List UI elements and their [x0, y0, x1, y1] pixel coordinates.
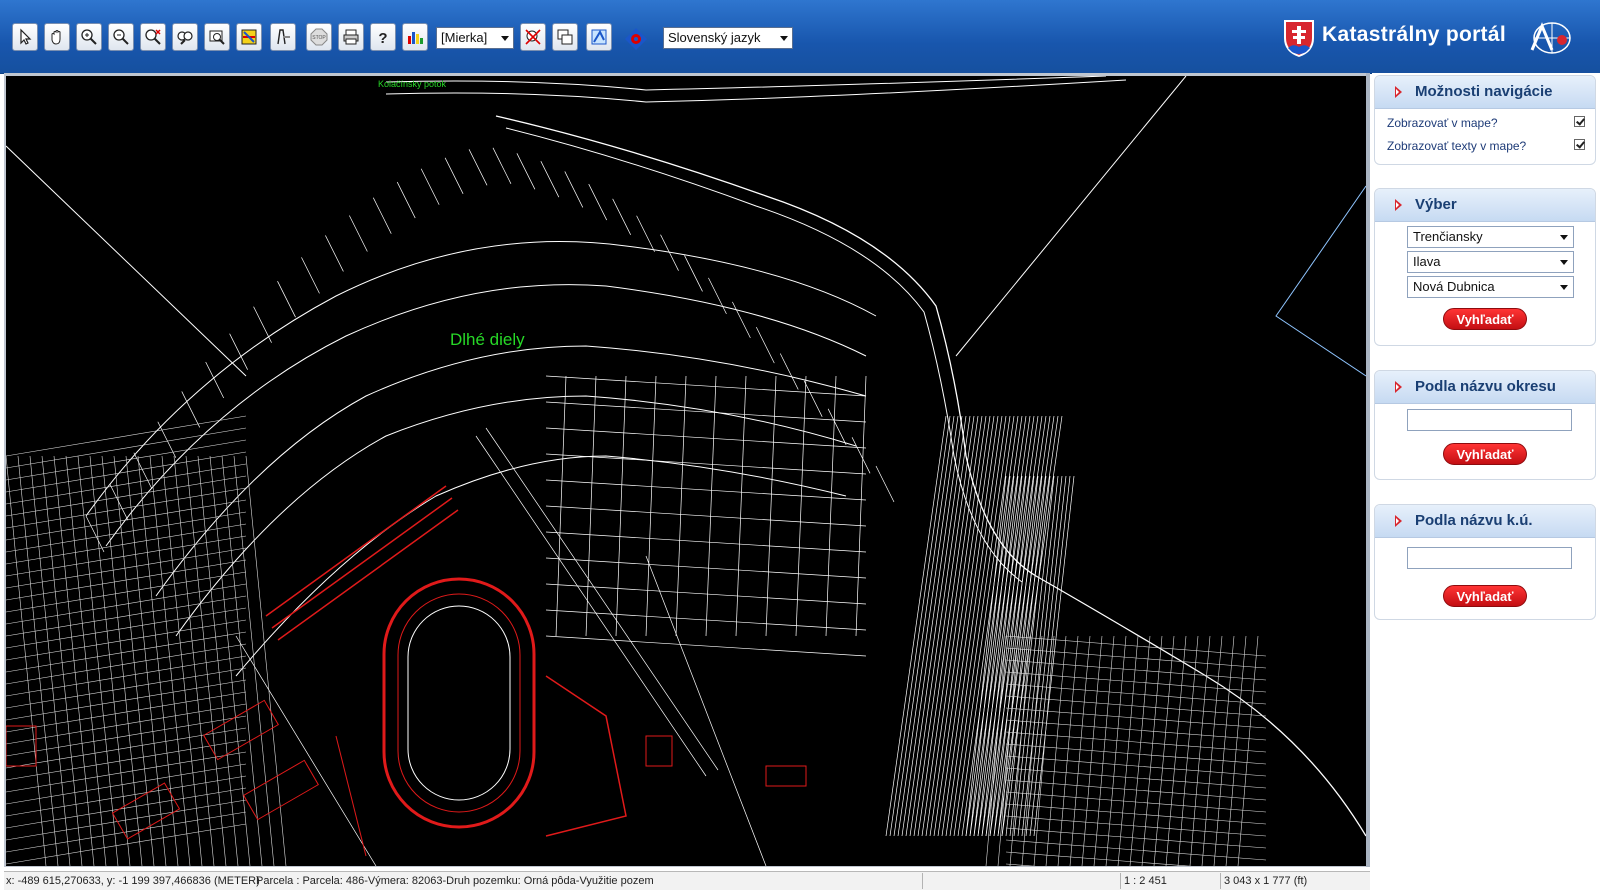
cadastral-name-input[interactable]: [1407, 547, 1572, 569]
show-texts-row: Zobrazovať texty v mape?: [1375, 135, 1595, 158]
status-divider: [1120, 873, 1121, 889]
cadastral-map-drawing: [6, 76, 1366, 866]
search-by-district-box: Podla názvu okresu Vyhľadať: [1374, 370, 1596, 480]
search-by-cadastral-title: Podla názvu k.ú.: [1415, 512, 1533, 529]
status-map-size: 3 043 x 1 777 (ft): [1224, 875, 1308, 887]
selection-title: Výber: [1415, 196, 1457, 213]
search-by-district-title: Podla názvu okresu: [1415, 378, 1556, 395]
ugkk-logo-icon: [1528, 20, 1572, 61]
cadastral-map[interactable]: Dlhé diely Kolačínsky potok: [6, 76, 1366, 866]
select-arrow-icon[interactable]: [12, 23, 38, 51]
selection-search-button[interactable]: Vyhľadať: [1443, 308, 1527, 330]
status-divider: [1220, 873, 1221, 889]
top-toolbar: STOP ? [Mierka] Slovenský jazyk Katastrá…: [0, 0, 1600, 74]
selection-header[interactable]: Výber: [1375, 189, 1595, 222]
windows-icon[interactable]: [552, 23, 578, 51]
chevron-right-icon: [1395, 381, 1402, 393]
show-in-map-label: Zobrazovať v mape?: [1387, 116, 1498, 130]
svg-text:?: ?: [378, 30, 387, 46]
zoom-previous-icon[interactable]: [172, 23, 198, 51]
show-in-map-checkbox[interactable]: [1574, 116, 1585, 127]
zoom-in-icon[interactable]: [76, 23, 102, 51]
chevron-right-icon: [1395, 199, 1402, 211]
chevron-down-icon: [501, 36, 509, 41]
language-select-value: Slovenský jazyk: [668, 30, 761, 45]
scale-select-value: [Mierka]: [441, 30, 488, 45]
chevron-down-icon: [780, 36, 788, 41]
status-parcel-info: Parcela : Parcela: 486-Výmera: 82063-Dru…: [256, 875, 654, 887]
chevron-right-icon: [1395, 86, 1402, 98]
portal-title: Katastrálny portál: [1322, 23, 1506, 46]
chevron-down-icon: [1560, 285, 1568, 290]
language-select[interactable]: Slovenský jazyk: [663, 27, 793, 49]
stop-icon[interactable]: STOP: [306, 23, 332, 51]
identify-icon[interactable]: [270, 23, 296, 51]
district-select-value: Ilava: [1413, 254, 1441, 269]
search-by-cadastral-header[interactable]: Podla názvu k.ú.: [1375, 505, 1595, 538]
region-select-value: Trenčiansky: [1413, 229, 1483, 244]
chevron-right-icon: [1395, 515, 1402, 527]
print-icon[interactable]: [338, 23, 364, 51]
zoom-extent-icon[interactable]: [204, 23, 230, 51]
show-texts-checkbox[interactable]: [1574, 139, 1585, 150]
scale-select[interactable]: [Mierka]: [436, 27, 514, 49]
svg-text:STOP: STOP: [312, 35, 326, 41]
map-label-creek: Kolačínsky potok: [378, 79, 447, 89]
layers-icon[interactable]: [236, 23, 262, 51]
status-divider: [922, 873, 923, 889]
zoom-out-icon[interactable]: [108, 23, 134, 51]
status-bar: x: -489 615,270633, y: -1 199 397,466836…: [4, 871, 1370, 890]
navigation-options-box: Možnosti navigácie Zobrazovať v mape? Zo…: [1374, 75, 1596, 165]
navigation-compass-icon[interactable]: [624, 27, 648, 51]
show-in-map-row: Zobrazovať v mape?: [1375, 112, 1595, 135]
search-by-cadastral-box: Podla názvu k.ú. Vyhľadať: [1374, 504, 1596, 620]
map-scrollbar[interactable]: [1366, 73, 1370, 867]
cadastral-search-button[interactable]: Vyhľadať: [1443, 585, 1527, 607]
zoom-clear-icon[interactable]: [140, 23, 166, 51]
district-select[interactable]: Ilava: [1407, 251, 1574, 273]
chevron-down-icon: [1560, 235, 1568, 240]
navigation-options-header[interactable]: Možnosti navigácie: [1375, 76, 1595, 109]
export-icon[interactable]: [586, 23, 612, 51]
right-panel: Možnosti navigácie Zobrazovať v mape? Zo…: [1372, 73, 1600, 867]
help-icon[interactable]: ?: [370, 23, 396, 51]
search-by-district-header[interactable]: Podla názvu okresu: [1375, 371, 1595, 404]
show-texts-label: Zobrazovať texty v mape?: [1387, 139, 1527, 153]
selection-box: Výber Trenčiansky Ilava Nová Dubnica Vyh…: [1374, 188, 1596, 346]
map-label-locality: Dlhé diely: [450, 330, 525, 349]
district-name-input[interactable]: [1407, 409, 1572, 431]
slovak-coat-of-arms-icon: [1282, 18, 1316, 63]
cadastral-area-select-value: Nová Dubnica: [1413, 279, 1495, 294]
clear-selection-icon[interactable]: [520, 23, 546, 51]
navigation-options-title: Možnosti navigácie: [1415, 83, 1553, 100]
chevron-down-icon: [1560, 260, 1568, 265]
status-coordinates: x: -489 615,270633, y: -1 199 397,466836…: [6, 875, 260, 887]
legend-chart-icon[interactable]: [402, 23, 428, 51]
cadastral-area-select[interactable]: Nová Dubnica: [1407, 276, 1574, 298]
stadium-outline: [6, 485, 807, 857]
status-scale: 1 : 2 451: [1124, 875, 1167, 887]
district-search-button[interactable]: Vyhľadať: [1443, 443, 1527, 465]
region-select[interactable]: Trenčiansky: [1407, 226, 1574, 248]
pan-hand-icon[interactable]: [44, 23, 70, 51]
